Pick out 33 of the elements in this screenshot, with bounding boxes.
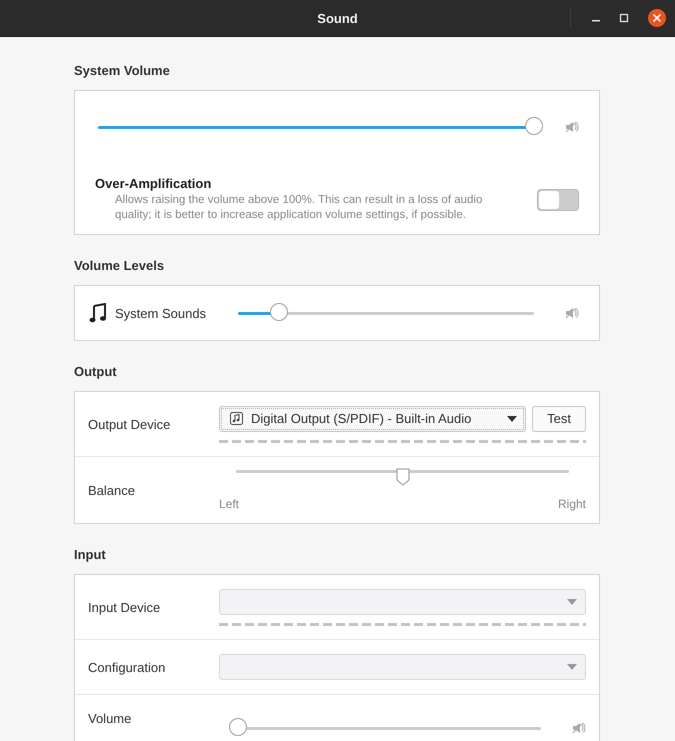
volume-level-label: System Sounds xyxy=(115,306,208,320)
section-heading: System Volume xyxy=(74,63,171,79)
output-device-label: Output Device xyxy=(88,416,172,432)
window-title: Sound xyxy=(317,10,358,26)
section-heading: Input xyxy=(74,547,107,563)
caret-icon xyxy=(567,664,577,670)
section-heading: Volume Levels xyxy=(74,258,166,274)
caret-icon xyxy=(507,416,518,422)
balance-label: Balance xyxy=(88,482,136,498)
music-note-icon xyxy=(89,303,107,323)
over-amplification-switch[interactable] xyxy=(537,188,579,210)
output-device-dropdown[interactable]: Digital Output (S/PDIF) - Built-in Audio xyxy=(219,406,526,432)
balance-slider-thumb[interactable] xyxy=(396,468,410,486)
caret-icon xyxy=(567,598,577,604)
balance-left-label: Left xyxy=(219,497,240,511)
maximize-icon[interactable] xyxy=(619,13,629,23)
over-amplification-label: Over-Amplification xyxy=(95,176,212,191)
slider-thumb[interactable] xyxy=(525,116,543,134)
speaker-muted-icon xyxy=(572,722,586,734)
speaker-muted-icon xyxy=(565,307,579,319)
over-amplification-description: Allows raising the volume above 100%. This can result in a loss of audio quality; it is better to increase application volume settings, if possible. xyxy=(114,193,484,223)
close-icon[interactable] xyxy=(647,8,667,28)
slider-thumb[interactable] xyxy=(270,302,288,320)
input-device-label: Input Device xyxy=(88,600,162,614)
configuration-label: Configuration xyxy=(88,660,166,674)
speaker-muted-icon xyxy=(565,121,579,133)
slider-thumb[interactable] xyxy=(229,718,247,736)
test-button[interactable]: Test xyxy=(532,406,586,432)
volume-label: Volume xyxy=(88,711,132,726)
balance-right-label: Right xyxy=(558,497,586,511)
music-note-icon xyxy=(230,412,243,425)
section-heading: Output xyxy=(74,364,118,380)
input-device-dropdown[interactable] xyxy=(219,588,586,614)
